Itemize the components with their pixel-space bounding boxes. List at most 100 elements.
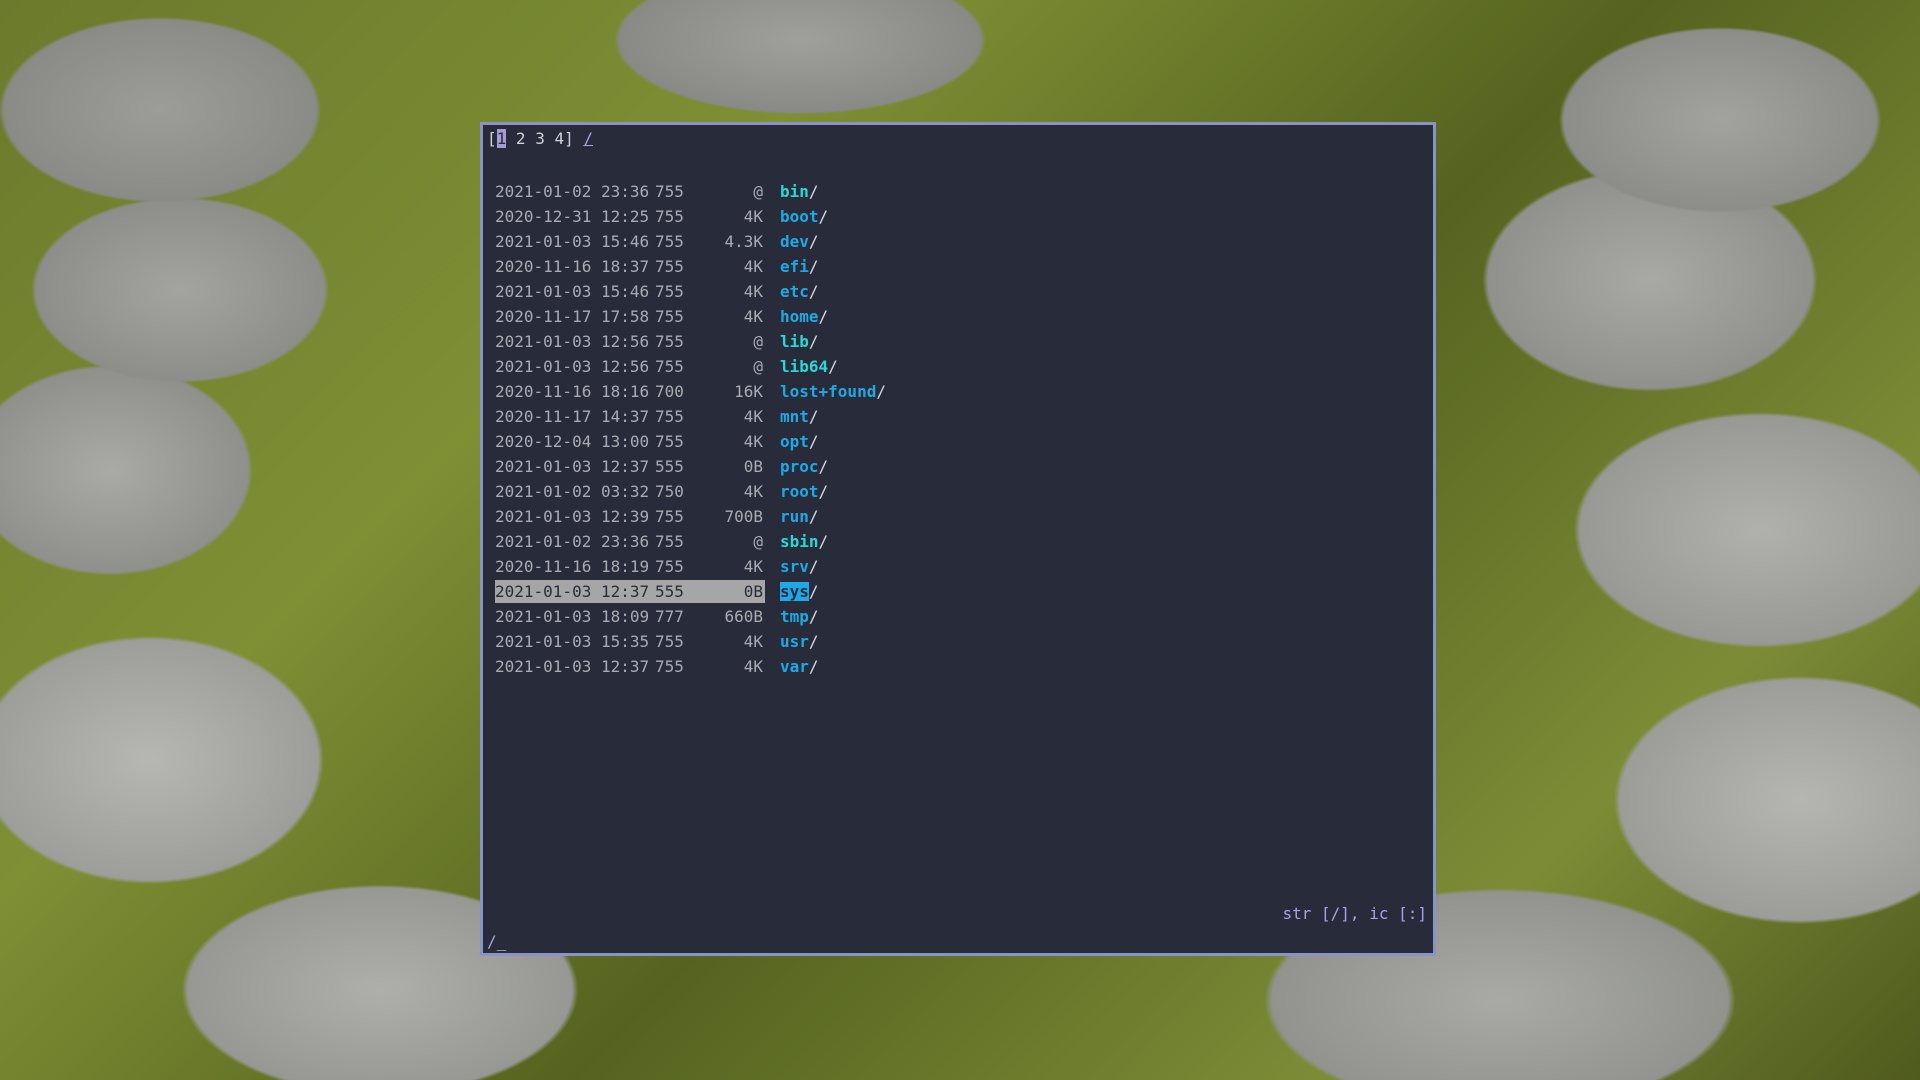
- file-row[interactable]: 2020-11-17 14:37 755 4K mnt/: [495, 404, 1445, 429]
- file-row[interactable]: 2020-11-16 18:16 700 16K lost+found/: [495, 379, 1445, 404]
- file-row[interactable]: 2021-01-03 15:35 755 4K usr/: [495, 629, 1445, 654]
- file-name[interactable]: root/: [780, 479, 828, 504]
- file-size: 700B: [724, 507, 763, 526]
- file-row[interactable]: 2021-01-03 18:09 777 660B tmp/: [495, 604, 1445, 629]
- file-name-text: srv: [780, 557, 809, 576]
- file-row[interactable]: 2021-01-03 12:56 755 @ lib64/: [495, 354, 1445, 379]
- file-name[interactable]: etc/: [780, 279, 819, 304]
- file-row[interactable]: 2020-11-17 17:58 755 4K home/: [495, 304, 1445, 329]
- file-name-text: lib64: [780, 357, 829, 376]
- tab-2[interactable]: 2: [516, 129, 526, 148]
- file-type-suffix: /: [818, 482, 829, 501]
- file-size: 16K: [734, 382, 763, 401]
- file-permissions: 755: [655, 532, 684, 551]
- file-name[interactable]: opt/: [780, 429, 819, 454]
- file-size: 4K: [743, 307, 763, 326]
- file-row-selected[interactable]: 2021-01-03 12:37 555 0B sys/: [495, 579, 1445, 604]
- file-date: 2020-12-31 12:25: [495, 207, 650, 226]
- file-permissions: 555: [655, 457, 684, 476]
- file-size: 4K: [743, 482, 763, 501]
- file-name[interactable]: mnt/: [780, 404, 819, 429]
- file-listing: 2021-01-02 23:36 755 @ bin/2020-12-31 12:25…: [495, 179, 1445, 679]
- terminal-window[interactable]: [1 2 3 4] / 2021-01-02 23:36 755 @ bin/2020…: [480, 122, 1436, 956]
- file-row[interactable]: 2021-01-02 23:36 755 @ bin/: [495, 179, 1445, 204]
- file-date: 2020-11-17 17:58: [495, 307, 650, 326]
- file-name[interactable]: tmp/: [780, 604, 819, 629]
- file-type-suffix: /: [808, 657, 819, 676]
- file-name-text: home: [780, 307, 819, 326]
- file-name-text: var: [780, 657, 809, 676]
- file-row[interactable]: 2021-01-02 23:36 755 @ sbin/: [495, 529, 1445, 554]
- file-name[interactable]: sys/: [780, 579, 819, 604]
- file-name[interactable]: boot/: [780, 204, 828, 229]
- file-name-text: opt: [780, 432, 809, 451]
- file-row[interactable]: 2020-11-16 18:19 755 4K srv/: [495, 554, 1445, 579]
- file-type-suffix: /: [876, 382, 886, 401]
- file-size: 4K: [743, 282, 763, 301]
- file-permissions: 755: [655, 307, 684, 326]
- file-permissions: 700: [655, 382, 684, 401]
- file-size: 4K: [743, 432, 763, 451]
- file-date: 2021-01-02 03:32: [495, 482, 650, 501]
- tab-4[interactable]: 4: [554, 129, 564, 148]
- file-name-text: usr: [780, 632, 809, 651]
- file-name-text: lib: [780, 332, 809, 351]
- file-permissions: 777: [655, 607, 684, 626]
- file-name[interactable]: lib64/: [780, 354, 838, 379]
- file-name[interactable]: home/: [780, 304, 828, 329]
- file-row[interactable]: 2020-12-31 12:25 755 4K boot/: [495, 204, 1445, 229]
- file-date: 2021-01-03 18:09: [495, 607, 650, 626]
- file-permissions: 755: [655, 332, 684, 351]
- file-name[interactable]: var/: [780, 654, 819, 679]
- file-type-suffix: /: [808, 632, 819, 651]
- file-date: 2020-12-04 13:00: [495, 432, 650, 451]
- file-row[interactable]: 2021-01-03 12:39 755 700B run/: [495, 504, 1445, 529]
- file-size: 4.3K: [724, 232, 763, 251]
- file-name[interactable]: srv/: [780, 554, 819, 579]
- file-row[interactable]: 2020-12-04 13:00 755 4K opt/: [495, 429, 1445, 454]
- file-row[interactable]: 2021-01-03 12:56 755 @ lib/: [495, 329, 1445, 354]
- file-permissions: 755: [655, 407, 684, 426]
- file-type-suffix: /: [818, 207, 829, 226]
- file-name[interactable]: bin/: [780, 179, 819, 204]
- file-permissions: 755: [655, 282, 684, 301]
- file-size: 4K: [743, 657, 763, 676]
- file-name[interactable]: sbin/: [780, 529, 828, 554]
- file-name[interactable]: dev/: [780, 229, 819, 254]
- file-name[interactable]: run/: [780, 504, 819, 529]
- file-permissions: 755: [655, 232, 684, 251]
- file-name[interactable]: usr/: [780, 629, 819, 654]
- file-name[interactable]: lib/: [780, 329, 819, 354]
- file-permissions: 755: [655, 432, 684, 451]
- tab-bar: [1 2 3 4] /: [487, 129, 593, 149]
- tab-bar-open-bracket: [: [487, 129, 497, 148]
- file-date: 2021-01-03 12:37: [495, 657, 650, 676]
- file-row[interactable]: 2020-11-16 18:37 755 4K efi/: [495, 254, 1445, 279]
- file-date: 2021-01-03 12:37: [495, 457, 650, 476]
- command-line[interactable]: /_: [487, 932, 506, 951]
- file-row[interactable]: 2021-01-03 12:37 755 4K var/: [495, 654, 1445, 679]
- file-name-text: sbin: [780, 532, 819, 551]
- tab-3[interactable]: 3: [535, 129, 545, 148]
- file-size: 4K: [743, 257, 763, 276]
- file-date: 2020-11-16 18:16: [495, 382, 650, 401]
- file-name-text: root: [780, 482, 819, 501]
- file-name-text: run: [780, 507, 809, 526]
- file-name[interactable]: efi/: [780, 254, 819, 279]
- file-type-suffix: /: [808, 582, 819, 601]
- file-date: 2021-01-03 15:46: [495, 232, 650, 251]
- tab-1[interactable]: 1: [496, 129, 507, 148]
- file-name[interactable]: proc/: [780, 454, 828, 479]
- file-name-text: tmp: [780, 607, 809, 626]
- file-row[interactable]: 2021-01-02 03:32 750 4K root/: [495, 479, 1445, 504]
- file-type-suffix: /: [808, 557, 819, 576]
- file-size: 4K: [743, 207, 763, 226]
- file-type-suffix: /: [808, 182, 819, 201]
- file-row[interactable]: 2021-01-03 15:46 755 4.3K dev/: [495, 229, 1445, 254]
- file-date: 2021-01-03 12:56: [495, 332, 650, 351]
- file-name[interactable]: lost+found/: [780, 379, 886, 404]
- file-row[interactable]: 2021-01-03 12:37 555 0B proc/: [495, 454, 1445, 479]
- file-row[interactable]: 2021-01-03 15:46 755 4K etc/: [495, 279, 1445, 304]
- file-type-suffix: /: [808, 432, 819, 451]
- file-date: 2021-01-03 15:46: [495, 282, 650, 301]
